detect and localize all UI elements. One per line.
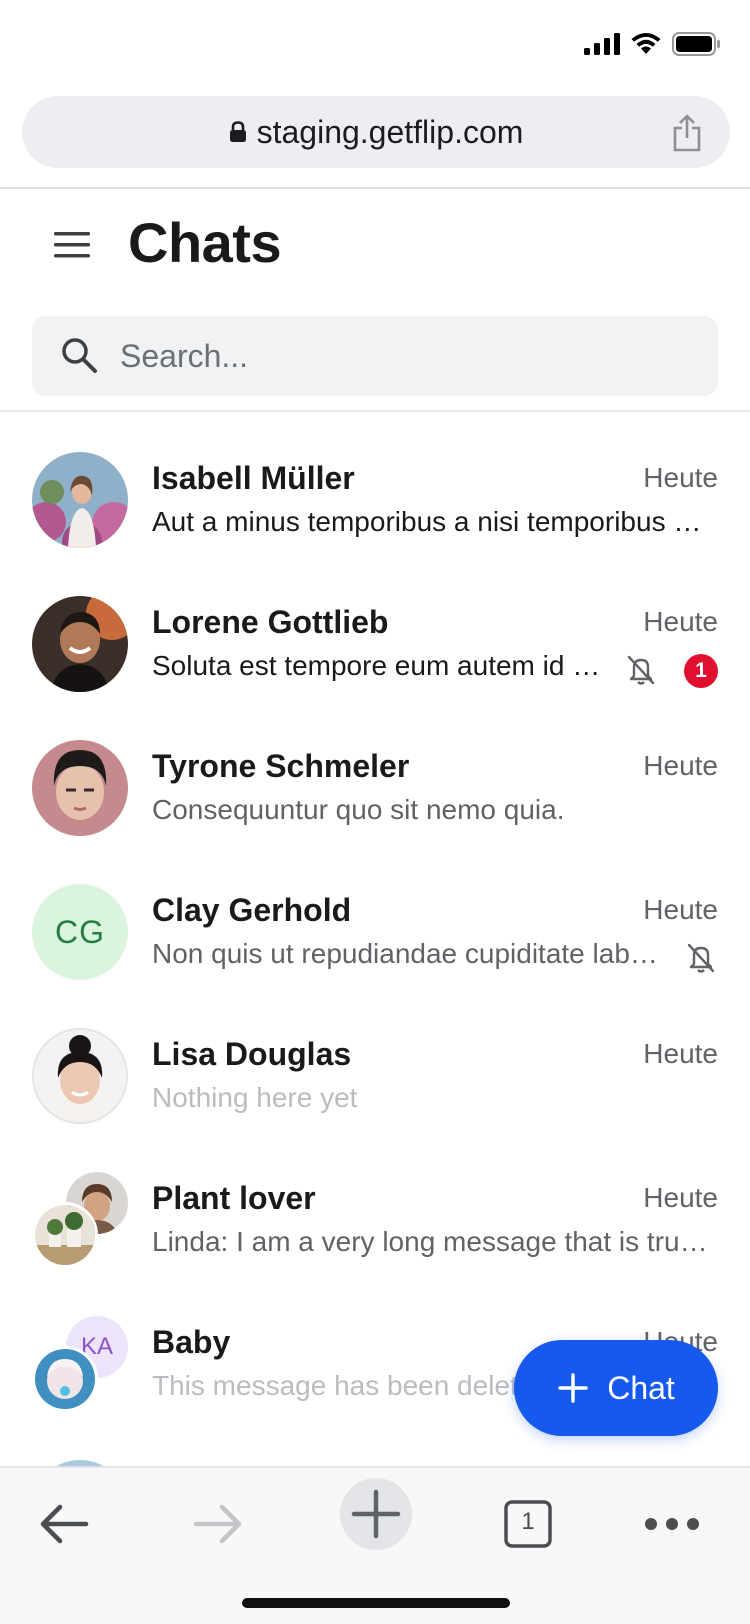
new-chat-label: Chat — [607, 1369, 675, 1406]
chat-preview: Non quis ut repudiandae cupiditate labor… — [152, 938, 664, 969]
avatar — [32, 1346, 98, 1412]
status-icons — [584, 32, 720, 56]
unread-badge: 1 — [684, 654, 718, 688]
chat-item-isabell-muller[interactable]: Isabell Müller Heute Aut a minus tempori… — [0, 430, 750, 574]
initials-avatar: CG — [32, 884, 128, 980]
avatar — [32, 740, 128, 836]
more-button[interactable] — [634, 1490, 710, 1558]
chat-preview: Aut a minus temporibus a nisi temporibus… — [152, 506, 712, 537]
more-icon — [645, 1518, 699, 1530]
url-divider — [0, 187, 750, 189]
url-display[interactable]: staging.getflip.com — [22, 96, 730, 168]
chat-preview: Nothing here yet — [152, 1082, 358, 1113]
forward-button[interactable] — [180, 1490, 256, 1558]
forward-arrow-icon — [193, 1504, 242, 1544]
chat-item-lorene-gottlieb[interactable]: Lorene Gottlieb Heute Soluta est tempore… — [0, 574, 750, 718]
chat-time: Heute — [643, 462, 718, 493]
search-input[interactable] — [120, 316, 700, 396]
chat-time: Heute — [643, 1182, 718, 1213]
status-bar — [0, 0, 750, 90]
plus-icon — [558, 1373, 588, 1403]
chat-name: Isabell Müller — [152, 460, 355, 496]
home-indicator — [242, 1598, 510, 1608]
wifi-icon — [631, 33, 661, 54]
bell-off-icon — [687, 943, 715, 973]
chat-time: Heute — [643, 1038, 718, 1069]
group-avatar: KA — [32, 1316, 128, 1412]
avatar — [32, 452, 128, 548]
avatar — [32, 596, 128, 692]
back-arrow-icon — [40, 1504, 89, 1544]
signal-icon — [584, 33, 620, 55]
chat-item-lisa-douglas[interactable]: Lisa Douglas Heute Nothing here yet — [0, 1006, 750, 1150]
url-bar[interactable]: staging.getflip.com — [22, 96, 730, 168]
chat-item-clay-gerhold[interactable]: CG Clay Gerhold Heute Non quis ut repudi… — [0, 862, 750, 1006]
menu-icon[interactable] — [54, 230, 92, 260]
chat-item-tyrone-schmeler[interactable]: Tyrone Schmeler Heute Consequuntur quo s… — [0, 718, 750, 862]
share-icon[interactable] — [672, 114, 702, 152]
lock-icon — [229, 121, 246, 142]
battery-icon — [672, 32, 720, 56]
search-icon — [62, 338, 97, 373]
page-header: Chats — [0, 190, 750, 300]
tabs-button[interactable]: 1 — [490, 1490, 566, 1558]
chat-preview: Linda: I am a very long message that is … — [152, 1226, 712, 1257]
chat-name: Lorene Gottlieb — [152, 604, 389, 640]
page-title: Chats — [128, 211, 282, 274]
chat-time: Heute — [643, 894, 718, 925]
chat-name: Tyrone Schmeler — [152, 748, 410, 784]
plus-icon — [351, 1489, 401, 1539]
tab-count: 1 — [521, 1508, 535, 1535]
chat-list: Isabell Müller Heute Aut a minus tempori… — [0, 430, 750, 1466]
chat-name: Clay Gerhold — [152, 892, 352, 928]
chat-name: Plant lover — [152, 1180, 316, 1216]
new-tab-button[interactable] — [340, 1478, 412, 1550]
back-button[interactable] — [26, 1490, 102, 1558]
chat-preview: Consequuntur quo sit nemo quia. — [152, 794, 565, 825]
chat-item-plant-lover[interactable]: Plant lover Heute Linda: I am a very lon… — [0, 1150, 750, 1294]
search-divider — [0, 410, 750, 412]
chat-name: Baby — [152, 1324, 231, 1360]
new-chat-button[interactable]: Chat — [514, 1340, 718, 1436]
url-text: staging.getflip.com — [256, 113, 524, 150]
chat-name: Lisa Douglas — [152, 1036, 352, 1072]
group-avatar — [32, 1172, 128, 1268]
avatar — [32, 1028, 128, 1124]
search-bar[interactable] — [32, 316, 718, 396]
chat-preview: Soluta est tempore eum autem id dolorum — [152, 650, 612, 681]
chat-time: Heute — [643, 606, 718, 637]
chat-time: Heute — [643, 750, 718, 781]
avatar — [32, 1202, 98, 1268]
bell-off-icon — [627, 655, 655, 685]
chat-item-partial[interactable] — [0, 1438, 750, 1466]
